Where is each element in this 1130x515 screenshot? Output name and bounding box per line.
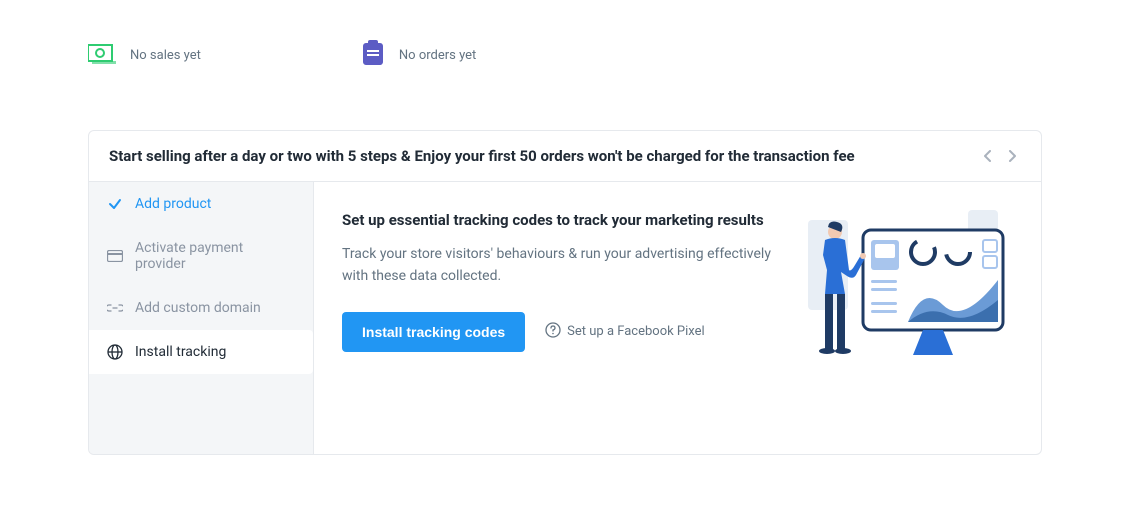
stat-sales-label: No sales yet bbox=[130, 48, 201, 63]
sidebar-item-install-tracking[interactable]: Install tracking bbox=[89, 330, 313, 374]
content-desc: Track your store visitors' behaviours & … bbox=[342, 243, 779, 288]
globe-icon bbox=[107, 344, 123, 360]
sidebar-item-label: Install tracking bbox=[135, 344, 226, 360]
card-body: Add product Activate payment provider Ad… bbox=[89, 182, 1041, 454]
secondary-link-label: Set up a Facebook Pixel bbox=[567, 324, 705, 339]
stats-row: No sales yet No orders yet bbox=[88, 40, 1042, 70]
card-header-nav bbox=[979, 147, 1021, 165]
tracking-illustration bbox=[803, 210, 1013, 360]
sidebar-item-label: Add product bbox=[135, 196, 211, 212]
help-icon bbox=[545, 322, 561, 342]
content-title: Set up essential tracking codes to track… bbox=[342, 210, 779, 231]
setup-facebook-pixel-link[interactable]: Set up a Facebook Pixel bbox=[545, 322, 705, 342]
link-icon bbox=[107, 300, 123, 316]
onboarding-card: Start selling after a day or two with 5 … bbox=[88, 130, 1042, 455]
stat-orders: No orders yet bbox=[361, 40, 476, 70]
content-main: Set up essential tracking codes to track… bbox=[342, 210, 779, 352]
sidebar-item-add-product[interactable]: Add product bbox=[89, 182, 313, 226]
clipboard-icon bbox=[361, 40, 385, 70]
sidebar-item-activate-payment[interactable]: Activate payment provider bbox=[89, 226, 313, 286]
stat-sales: No sales yet bbox=[88, 40, 201, 70]
onboarding-content: Set up essential tracking codes to track… bbox=[314, 182, 1041, 454]
next-step-button[interactable] bbox=[1003, 147, 1021, 165]
card-header-title: Start selling after a day or two with 5 … bbox=[109, 147, 855, 165]
onboarding-sidebar: Add product Activate payment provider Ad… bbox=[89, 182, 314, 454]
money-icon bbox=[88, 42, 116, 68]
install-tracking-codes-button[interactable]: Install tracking codes bbox=[342, 312, 525, 352]
actions-row: Install tracking codes Set up a Facebook… bbox=[342, 312, 779, 352]
sidebar-item-add-domain[interactable]: Add custom domain bbox=[89, 286, 313, 330]
sidebar-item-label: Add custom domain bbox=[135, 300, 261, 316]
sidebar-item-label: Activate payment provider bbox=[135, 240, 295, 272]
card-header: Start selling after a day or two with 5 … bbox=[89, 131, 1041, 182]
sidebar-filler bbox=[89, 374, 313, 454]
prev-step-button[interactable] bbox=[979, 147, 997, 165]
stat-orders-label: No orders yet bbox=[399, 48, 476, 63]
credit-card-icon bbox=[107, 248, 123, 264]
checkmark-icon bbox=[107, 196, 123, 212]
